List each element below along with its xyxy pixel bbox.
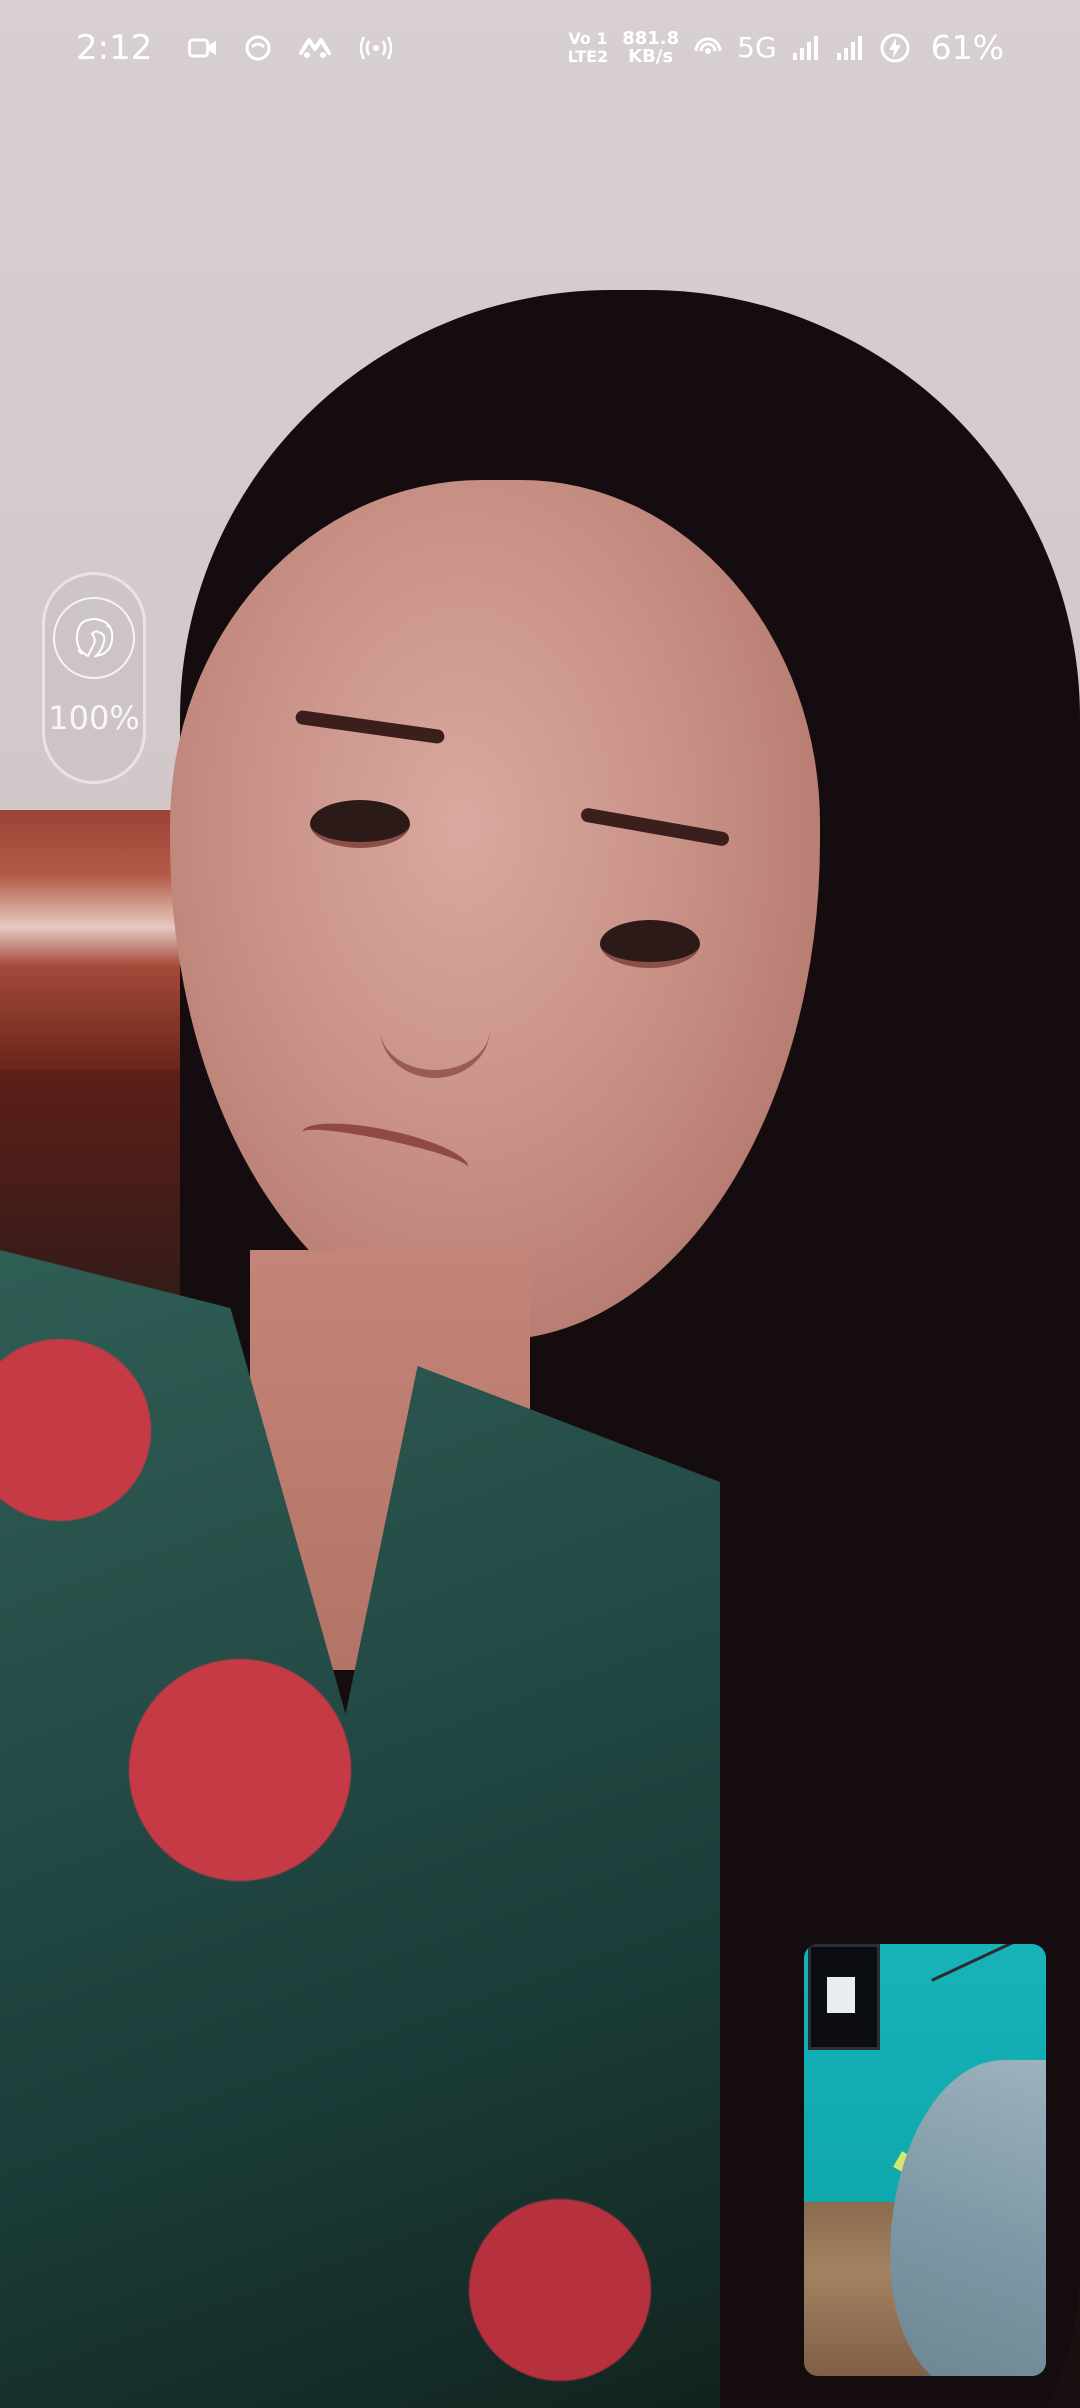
network-speed: 881.8 KB/s (622, 27, 680, 67)
network-speed-unit: KB/s (628, 45, 674, 67)
hotspot-icon (358, 34, 394, 62)
remote-person-eye-left (310, 800, 410, 848)
self-view-window (808, 1944, 880, 2050)
status-bar: 2:12 Vo 1 LTE2 881.8 KB/s 5G 61% (0, 0, 1080, 100)
remote-person-nose (380, 980, 490, 1078)
network-speed-value: 881.8 (622, 27, 680, 49)
signal-icon (791, 34, 821, 62)
beauty-face-icon (53, 597, 135, 679)
beauty-filter-control[interactable]: 100% (42, 572, 146, 784)
status-right: Vo 1 LTE2 881.8 KB/s 5G 61% (568, 28, 1004, 67)
video-camera-icon (188, 37, 218, 59)
self-view-plant (931, 1944, 1046, 2055)
volte-indicator: Vo 1 LTE2 (567, 28, 609, 66)
beauty-level-label: 100% (48, 699, 140, 737)
signal-icon (835, 34, 865, 62)
status-left: 2:12 (76, 28, 394, 68)
battery-percent: 61% (930, 28, 1004, 67)
hotspot-icon (693, 33, 723, 63)
self-view-pip[interactable] (804, 1944, 1046, 2376)
app-icon (244, 34, 272, 62)
network-type-label: 5G (737, 31, 777, 64)
volte-top-label: Vo 1 (568, 28, 608, 48)
remote-person-eye-right (600, 920, 700, 968)
battery-icon (879, 32, 911, 64)
volte-bottom-label: LTE2 (567, 46, 609, 66)
self-view-person (890, 2060, 1046, 2376)
video-call-screen: 2:12 Vo 1 LTE2 881.8 KB/s 5G 61% 100% (0, 0, 1080, 2408)
app-icon-2 (298, 35, 332, 61)
status-time: 2:12 (76, 28, 153, 68)
